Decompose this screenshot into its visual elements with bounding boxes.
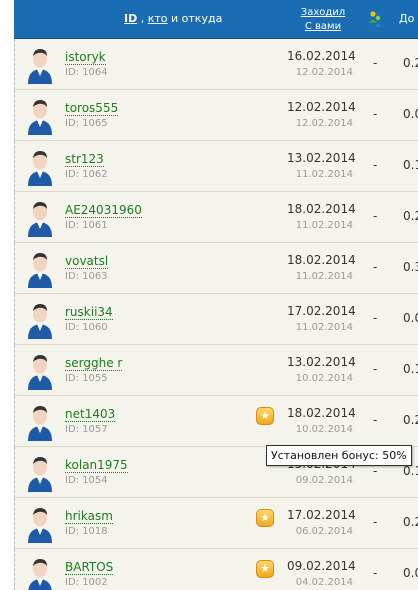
user-avatar-icon[interactable] bbox=[25, 299, 55, 339]
user-avatar-icon[interactable] bbox=[25, 44, 55, 84]
user-id: ID: 1054 bbox=[65, 475, 108, 486]
referrals-table: ID , кто и откуда Заходил С вами До isto… bbox=[14, 0, 418, 590]
earnings-value: 0.3 bbox=[403, 260, 418, 274]
user-avatar-icon[interactable] bbox=[25, 503, 55, 543]
user-id: ID: 1057 bbox=[65, 424, 108, 435]
user-name-link[interactable]: kolan1975 bbox=[65, 458, 128, 473]
joined-date: 11.02.2014 bbox=[295, 169, 353, 180]
earnings-value: 0.1 bbox=[403, 464, 418, 478]
user-name-link[interactable]: AE24031960 bbox=[65, 203, 142, 218]
user-avatar-icon[interactable] bbox=[25, 197, 55, 237]
joined-date: 11.02.2014 bbox=[295, 322, 353, 333]
user-avatar-icon[interactable] bbox=[25, 401, 55, 441]
user-avatar-icon[interactable] bbox=[25, 146, 55, 186]
joined-date: 11.02.2014 bbox=[295, 220, 353, 231]
user-name-link[interactable]: sergghe r bbox=[65, 356, 123, 371]
status-dash: - bbox=[373, 158, 378, 172]
earnings-value: 0.0 bbox=[403, 311, 418, 325]
status-dash: - bbox=[373, 464, 378, 478]
status-dash: - bbox=[373, 260, 378, 274]
user-id: ID: 1062 bbox=[65, 169, 108, 180]
joined-date: 04.02.2014 bbox=[295, 577, 353, 588]
user-id: ID: 1064 bbox=[65, 67, 108, 78]
last-visit-date: 18.02.2014 bbox=[287, 406, 356, 420]
table-header: ID , кто и откуда Заходил С вами До bbox=[14, 0, 418, 39]
user-id: ID: 1065 bbox=[65, 118, 108, 129]
user-name-link[interactable]: str123 bbox=[65, 152, 104, 167]
status-dash: - bbox=[373, 56, 378, 70]
user-id: ID: 1060 bbox=[65, 322, 108, 333]
user-avatar-icon[interactable] bbox=[25, 248, 55, 288]
user-id: ID: 1018 bbox=[65, 526, 108, 537]
list-item: toros555 ID: 1065 12.02.2014 12.02.2014 … bbox=[14, 90, 418, 141]
last-visit-date: 13.02.2014 bbox=[287, 355, 356, 369]
last-visit-date: 17.02.2014 bbox=[287, 304, 356, 318]
star-bonus-icon[interactable]: ★ bbox=[256, 560, 274, 578]
earnings-value: 0.1 bbox=[403, 158, 418, 172]
user-avatar-icon[interactable] bbox=[25, 95, 55, 135]
user-name-link[interactable]: istoryk bbox=[65, 50, 106, 65]
status-dash: - bbox=[373, 566, 378, 580]
joined-date: 12.02.2014 bbox=[295, 118, 353, 129]
user-id: ID: 1061 bbox=[65, 220, 108, 231]
earnings-value: 0.1 bbox=[403, 362, 418, 376]
last-visit-date: 18.02.2014 bbox=[287, 202, 356, 216]
joined-date: 09.02.2014 bbox=[295, 475, 353, 486]
joined-date: 12.02.2014 bbox=[295, 67, 353, 78]
joined-date: 06.02.2014 bbox=[295, 526, 353, 537]
user-id: ID: 1055 bbox=[65, 373, 108, 384]
star-bonus-icon[interactable]: ★ bbox=[256, 407, 274, 425]
user-id: ID: 1002 bbox=[65, 577, 108, 588]
last-visit-date: 13.02.2014 bbox=[287, 151, 356, 165]
joined-date: 10.02.2014 bbox=[295, 373, 353, 384]
earnings-value: 0.2 bbox=[403, 515, 418, 529]
user-avatar-icon[interactable] bbox=[25, 452, 55, 492]
header-id-who-where: ID , кто и откуда bbox=[124, 12, 223, 25]
status-dash: - bbox=[373, 209, 378, 223]
earnings-value: 0.0 bbox=[403, 566, 418, 580]
list-item: BARTOS ID: 1002 ★ 09.02.2014 04.02.2014 … bbox=[14, 549, 418, 590]
sort-by-id-link[interactable]: ID bbox=[124, 12, 137, 25]
header-more-column[interactable]: До bbox=[399, 12, 414, 25]
people-status-icon[interactable] bbox=[366, 10, 384, 28]
last-visit-date: 17.02.2014 bbox=[287, 508, 356, 522]
user-name-link[interactable]: net1403 bbox=[65, 407, 116, 422]
list-item: sergghe r ID: 1055 13.02.2014 10.02.2014… bbox=[14, 345, 418, 396]
list-item: AE24031960 ID: 1061 18.02.2014 11.02.201… bbox=[14, 192, 418, 243]
earnings-value: 0.2 bbox=[403, 56, 418, 70]
user-id: ID: 1063 bbox=[65, 271, 108, 282]
header-visit-sort-link[interactable]: Заходил С вами bbox=[296, 6, 350, 34]
user-name-link[interactable]: ruskii34 bbox=[65, 305, 113, 320]
earnings-value: 0.2 bbox=[403, 413, 418, 427]
user-avatar-icon[interactable] bbox=[25, 350, 55, 390]
list-item: hrikasm ID: 1018 ★ 17.02.2014 06.02.2014… bbox=[14, 498, 418, 549]
bonus-tooltip: Установлен бонус: 50% bbox=[266, 445, 412, 466]
list-item: istoryk ID: 1064 16.02.2014 12.02.2014 -… bbox=[14, 39, 418, 90]
last-visit-date: 18.02.2014 bbox=[287, 253, 356, 267]
earnings-value: 0.2 bbox=[403, 209, 418, 223]
user-name-link[interactable]: hrikasm bbox=[65, 509, 113, 524]
earnings-value: 0.0 bbox=[403, 107, 418, 121]
status-dash: - bbox=[373, 413, 378, 427]
list-item: vovatsl ID: 1063 18.02.2014 11.02.2014 -… bbox=[14, 243, 418, 294]
sort-by-who-link[interactable]: кто bbox=[148, 12, 168, 25]
list-item: ruskii34 ID: 1060 17.02.2014 11.02.2014 … bbox=[14, 294, 418, 345]
joined-date: 10.02.2014 bbox=[295, 424, 353, 435]
last-visit-date: 09.02.2014 bbox=[287, 559, 356, 573]
joined-date: 11.02.2014 bbox=[295, 271, 353, 282]
star-bonus-icon[interactable]: ★ bbox=[256, 509, 274, 527]
user-name-link[interactable]: toros555 bbox=[65, 101, 119, 116]
user-list: istoryk ID: 1064 16.02.2014 12.02.2014 -… bbox=[14, 39, 418, 590]
status-dash: - bbox=[373, 107, 378, 121]
status-dash: - bbox=[373, 362, 378, 376]
status-dash: - bbox=[373, 311, 378, 325]
user-name-link[interactable]: BARTOS bbox=[65, 560, 114, 575]
list-item: net1403 ID: 1057 ★ 18.02.2014 10.02.2014… bbox=[14, 396, 418, 447]
user-avatar-icon[interactable] bbox=[25, 554, 55, 590]
user-name-link[interactable]: vovatsl bbox=[65, 254, 109, 269]
last-visit-date: 16.02.2014 bbox=[287, 49, 356, 63]
last-visit-date: 12.02.2014 bbox=[287, 100, 356, 114]
list-item: str123 ID: 1062 13.02.2014 11.02.2014 - … bbox=[14, 141, 418, 192]
status-dash: - bbox=[373, 515, 378, 529]
